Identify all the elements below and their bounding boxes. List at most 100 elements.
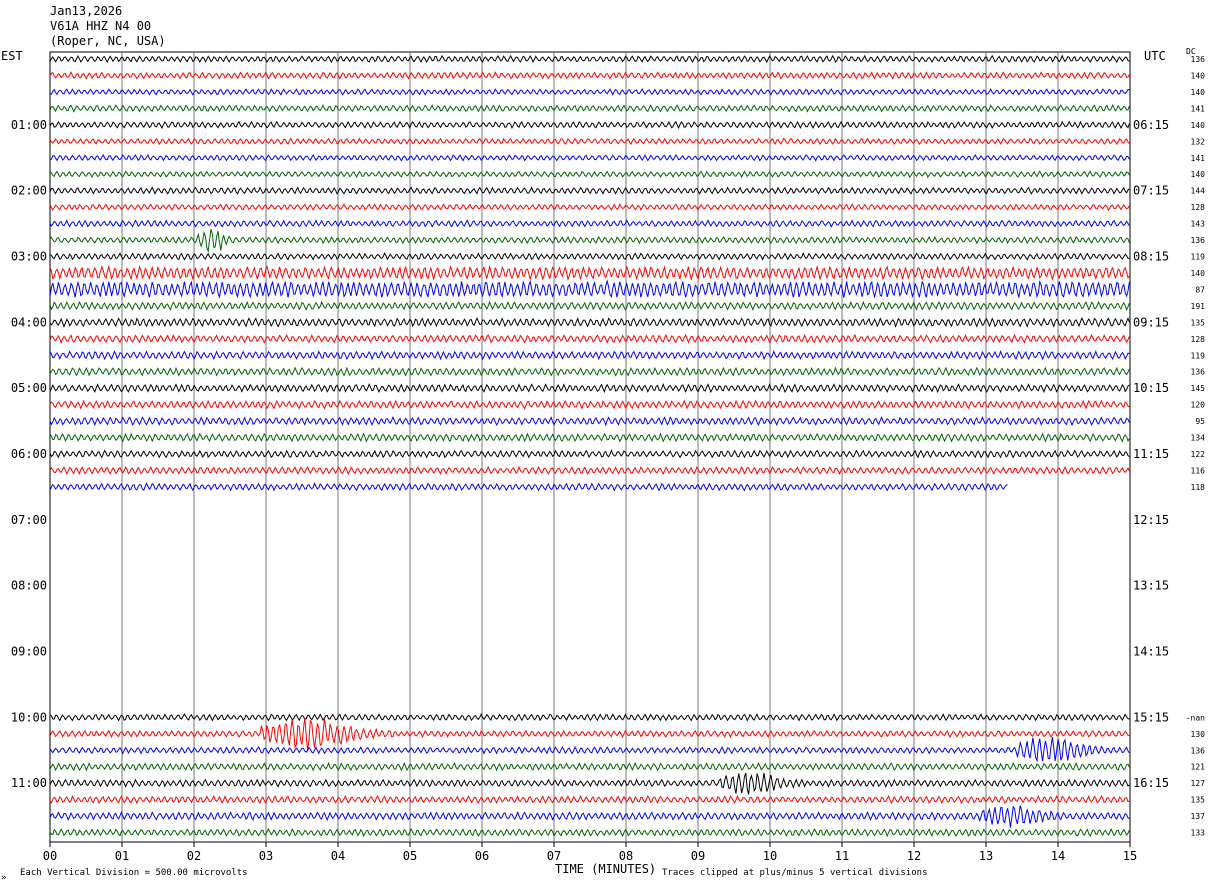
x-tick-label: 08 [619,849,633,863]
utc-hour-label: 14:15 [1133,645,1169,659]
dc-offset-label: 191 [1191,302,1206,311]
utc-hour-label: 09:15 [1133,315,1169,329]
corner-mark: » [1,873,6,883]
dc-offset-label: 144 [1191,187,1206,196]
trace-line [49,432,1130,443]
x-axis-title: TIME (MINUTES) [555,862,656,876]
x-tick-label: 02 [187,849,201,863]
dc-offset-label: 140 [1191,269,1206,278]
dc-offset-label: 141 [1191,104,1206,113]
dc-offset-label: 87 [1195,285,1205,294]
dc-offset-label: 140 [1191,88,1206,97]
utc-hour-label: 13:15 [1133,579,1169,593]
x-tick-label: 06 [475,849,489,863]
trace-line [49,252,1130,261]
trace-line [49,316,1130,328]
est-hour-label: 01:00 [11,118,47,132]
footer-clip-note: Traces clipped at plus/minus 5 vertical … [662,868,928,878]
dc-offset-label: 135 [1191,796,1206,805]
utc-hour-label: 07:15 [1133,184,1169,198]
trace-line [49,736,1130,763]
dc-offset-label: 121 [1191,763,1206,772]
trace-line [49,415,1130,427]
dc-offset-labels: 136 140 140 141 140 132 141 140 144 128 143 136 119 1… [1186,55,1205,838]
dc-offset-label: 141 [1191,154,1206,163]
dc-offset-label: 133 [1191,829,1206,838]
utc-hour-label: 06:15 [1133,118,1169,132]
dc-offset-label: 119 [1191,351,1206,360]
trace-line [49,104,1130,113]
dc-offset-label: 135 [1191,318,1206,327]
x-tick-label: 14 [1051,849,1065,863]
trace-line [49,794,1130,805]
dc-offset-label: 140 [1191,170,1206,179]
trace-line [49,300,1130,312]
utc-hour-label: 08:15 [1133,250,1169,264]
est-hour-label: 05:00 [11,381,47,395]
dc-offset-label: 140 [1191,121,1206,130]
x-tick-label: 15 [1123,849,1137,863]
utc-hour-label: 16:15 [1133,776,1169,790]
dc-offset-label: 120 [1191,401,1206,410]
x-tick-label: 01 [115,849,129,863]
utc-hour-label: 15:15 [1133,710,1169,724]
est-hour-label: 10:00 [11,710,47,724]
dc-offset-label: 127 [1191,779,1206,788]
dc-offset-label: 134 [1191,434,1206,443]
est-hour-label: 09:00 [11,645,47,659]
dc-offset-label: 116 [1191,466,1206,475]
est-hour-label: 02:00 [11,184,47,198]
x-tick-label: 03 [259,849,273,863]
trace-line [49,712,1130,722]
dc-offset-label: 132 [1191,137,1206,146]
trace-line [49,137,1130,146]
dc-offset-label: 95 [1195,417,1205,426]
dc-offset-label: 136 [1191,368,1206,377]
trace-line [49,264,1130,282]
dc-offset-label: 136 [1191,746,1206,755]
trace-line [49,229,1130,253]
est-hour-label: 03:00 [11,250,47,264]
x-tick-label: 04 [331,849,345,863]
trace-line [49,717,1130,752]
trace-line [49,203,1130,211]
trace-line [49,54,1130,64]
dc-offset-label: 122 [1191,450,1206,459]
trace-line [49,120,1130,130]
x-tick-label: 05 [403,849,417,863]
x-tick-label: 13 [979,849,993,863]
trace-line [50,153,1130,162]
trace-line [49,219,1130,228]
trace-line [49,170,1130,179]
utc-hour-labels: 06:15 07:15 08:15 09:15 10:15 11:15 12:15 13:15… [1133,118,1169,790]
dc-offset-label: 140 [1191,71,1206,80]
trace-line [49,399,1130,410]
seismic-traces [49,54,1130,838]
x-tick-label: 11 [835,849,849,863]
est-hour-label: 06:00 [11,447,47,461]
x-tick-label: 09 [691,849,705,863]
dc-offset-label: 136 [1191,236,1206,245]
trace-line [49,279,1130,299]
trace-line [49,71,1130,80]
trace-line [49,333,1130,344]
est-hour-label: 07:00 [11,513,47,527]
footer-scale-note: Each Vertical Division = 500.00 microvol… [20,868,248,878]
trace-line [49,772,1130,795]
est-hour-label: 04:00 [11,315,47,329]
x-tick-label: 10 [763,849,777,863]
dc-offset-label: 136 [1191,55,1206,64]
trace-line [49,366,1130,377]
trace-line [49,761,1130,772]
dc-offset-label: 143 [1191,220,1206,229]
dc-offset-label: 128 [1191,203,1206,212]
utc-hour-label: 11:15 [1133,447,1169,461]
plot-grid [49,51,1131,843]
est-hour-label: 11:00 [11,776,47,790]
utc-hour-label: 12:15 [1133,513,1169,527]
trace-line [49,465,1130,476]
helicorder-chart: 01:00 02:00 03:00 04:00 05:00 06:00 07:00 08:00… [1,51,1205,883]
x-tick-label: 12 [907,849,921,863]
dc-offset-label: 119 [1191,253,1206,262]
est-hour-label: 08:00 [11,579,47,593]
